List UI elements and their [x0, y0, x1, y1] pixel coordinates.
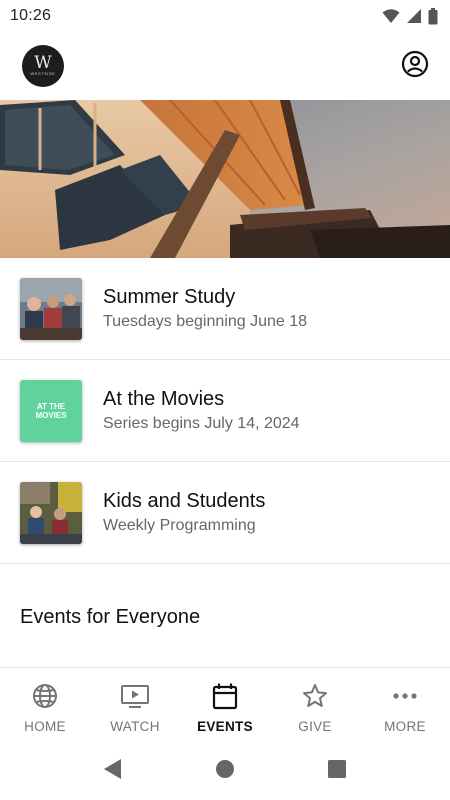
calendar-icon	[212, 682, 238, 710]
item-subtitle: Weekly Programming	[103, 517, 256, 534]
tab-home[interactable]: HOME	[0, 670, 90, 742]
recents-button[interactable]	[326, 759, 348, 784]
tab-label: EVENTS	[197, 719, 253, 734]
globe-icon	[31, 682, 59, 710]
tv-play-icon	[120, 682, 150, 710]
tab-more[interactable]: MORE	[360, 670, 450, 742]
logo-text: WESTSIDE	[30, 71, 56, 76]
recents-icon	[327, 759, 347, 784]
building-photo	[0, 100, 450, 258]
more-dots-icon	[391, 682, 419, 710]
tab-give[interactable]: GIVE	[270, 670, 360, 742]
logo-letter: W	[34, 53, 52, 73]
battery-icon	[428, 7, 438, 25]
item-title: Summer Study	[103, 286, 236, 308]
status-bar: 10:26	[0, 0, 450, 32]
list-item-text: Summer Study Tuesdays beginning June 18	[103, 284, 307, 333]
wifi-icon	[382, 8, 400, 24]
at-the-movies-thumbnail: AT THE MOVIES	[20, 379, 82, 442]
list-item-text: Kids and Students Weekly Programming	[103, 488, 265, 537]
home-icon	[215, 759, 235, 784]
section-divider	[0, 667, 450, 668]
profile-button[interactable]	[400, 50, 430, 83]
church-logo[interactable]: W WESTSIDE	[22, 45, 64, 87]
tab-label: GIVE	[298, 719, 332, 734]
kids-and-students-thumbnail	[20, 481, 82, 544]
tab-events[interactable]: EVENTS	[180, 670, 270, 742]
status-icons	[382, 7, 438, 25]
list-item-summer-study[interactable]: Summer Study Tuesdays beginning June 18	[0, 258, 450, 360]
home-button[interactable]	[214, 759, 236, 784]
signal-icon	[406, 8, 422, 24]
tab-watch[interactable]: WATCH	[90, 670, 180, 742]
back-icon	[103, 758, 123, 785]
app-header: W WESTSIDE	[0, 32, 450, 100]
back-button[interactable]	[102, 758, 124, 785]
bottom-tab-bar: HOME WATCH EVENTS GIVE MORE	[0, 670, 450, 742]
movies-thumb-text: AT THE MOVIES	[35, 401, 67, 420]
list-item-text: At the Movies Series begins July 14, 202…	[103, 386, 300, 435]
featured-list: Summer Study Tuesdays beginning June 18 …	[0, 258, 450, 564]
list-item-kids-and-students[interactable]: Kids and Students Weekly Programming	[0, 462, 450, 564]
account-circle-icon	[401, 50, 429, 83]
item-title: At the Movies	[103, 388, 225, 410]
status-time: 10:26	[10, 7, 52, 24]
hero-image[interactable]	[0, 100, 450, 258]
list-item-at-the-movies[interactable]: AT THE MOVIES At the Movies Series begin…	[0, 360, 450, 462]
summer-study-thumbnail	[20, 277, 82, 340]
item-title: Kids and Students	[103, 490, 266, 512]
star-icon	[301, 682, 329, 710]
system-nav-bar	[0, 742, 450, 800]
item-subtitle: Tuesdays beginning June 18	[103, 313, 307, 330]
section-title: Events for Everyone	[20, 606, 201, 628]
tab-label: HOME	[24, 719, 66, 734]
tab-label: WATCH	[110, 719, 160, 734]
tab-label: MORE	[384, 719, 426, 734]
item-subtitle: Series begins July 14, 2024	[103, 415, 300, 432]
